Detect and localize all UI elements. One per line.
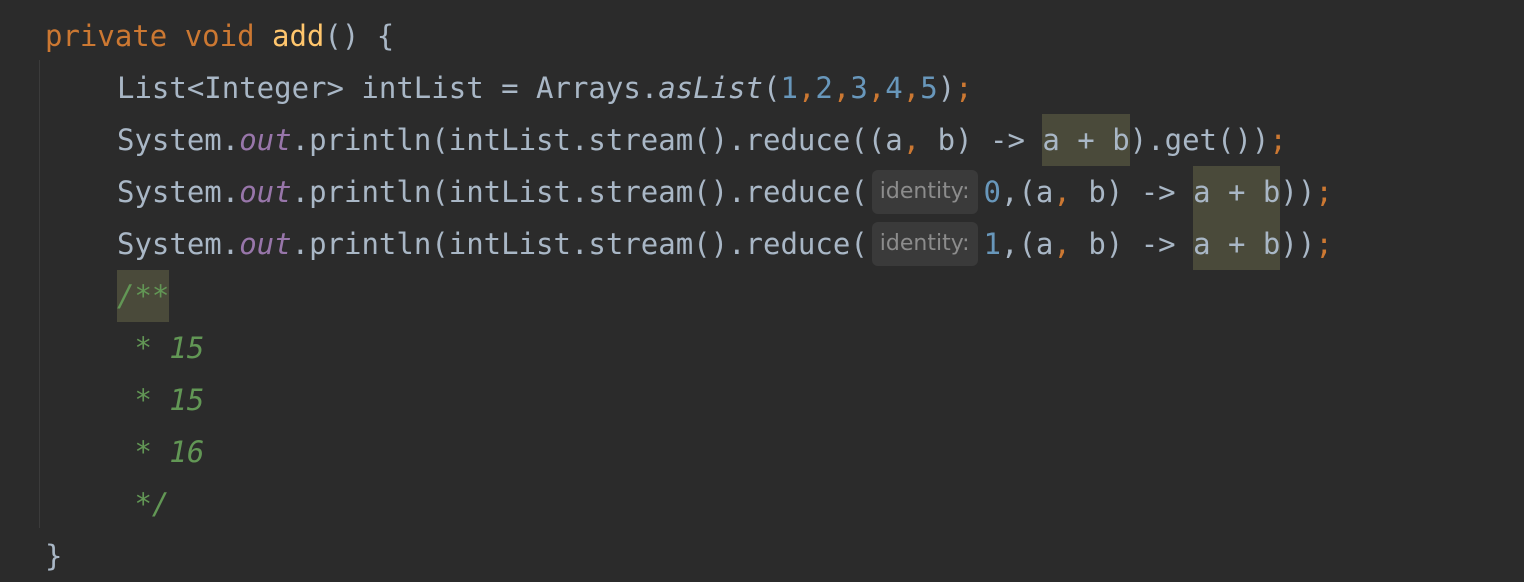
keyword-private: private — [45, 19, 168, 53]
call-tail: )) — [1280, 175, 1316, 209]
aslist-open-paren: ( — [763, 71, 781, 105]
keyword-void: void — [184, 19, 255, 53]
system-ref: System. — [117, 175, 240, 209]
aslist-arg-5: 5 — [920, 71, 938, 105]
aslist-arg-1: 1 — [780, 71, 798, 105]
comma: , — [1053, 227, 1071, 261]
method-name: add — [272, 19, 325, 53]
method-signature-rest: () { — [324, 19, 395, 53]
semicolon: ; — [955, 71, 973, 105]
semicolon: ; — [1315, 227, 1333, 261]
out-field: out — [239, 175, 292, 209]
aslist-arg-2: 2 — [815, 71, 833, 105]
system-ref: System. — [117, 123, 240, 157]
comment-line: * 15 — [117, 331, 205, 365]
code-line-1[interactable]: private void add() { — [0, 10, 394, 62]
call-tail: )) — [1280, 227, 1316, 261]
parameter-hint-identity: identity: — [871, 222, 978, 266]
comment-line: * 15 — [117, 383, 205, 417]
aslist-close-paren: ) — [937, 71, 956, 105]
code-line-10[interactable]: */ — [0, 478, 169, 530]
lambda-params: b) -> — [920, 123, 1043, 157]
lambda-params: b) -> — [1070, 227, 1194, 261]
javadoc-open: /** — [117, 270, 170, 322]
highlighted-expression: a + b — [1193, 218, 1281, 270]
code-line-5[interactable]: System.out.println(intList.stream().redu… — [0, 218, 1333, 270]
identity-value: 0 — [983, 175, 1002, 209]
code-line-3[interactable]: System.out.println(intList.stream().redu… — [0, 114, 1287, 166]
println-call: .println(intList.stream().reduce((a — [291, 123, 903, 157]
javadoc-close: */ — [117, 487, 170, 521]
comma: , — [902, 123, 921, 157]
aslist-arg-3: 3 — [850, 71, 868, 105]
aslist-arg-4: 4 — [885, 71, 903, 105]
code-line-8[interactable]: * 15 — [0, 374, 204, 426]
highlighted-expression: a + b — [1193, 166, 1281, 218]
code-line-7[interactable]: * 15 — [0, 322, 204, 374]
closing-brace: } — [45, 539, 63, 573]
list-declaration: List<Integer> intList = Arrays. — [117, 71, 659, 105]
lambda-open: ,(a — [1001, 175, 1054, 209]
identity-value: 1 — [983, 227, 1002, 261]
lambda-open: ,(a — [1001, 227, 1054, 261]
semicolon: ; — [1269, 123, 1287, 157]
code-line-11[interactable]: } — [0, 530, 62, 582]
code-line-2[interactable]: List<Integer> intList = Arrays.asList(1,… — [0, 62, 973, 114]
comment-line: * 16 — [117, 435, 205, 469]
println-call: .println(intList.stream().reduce( — [291, 175, 868, 209]
comma: , — [1053, 175, 1071, 209]
println-call: .println(intList.stream().reduce( — [291, 227, 868, 261]
out-field: out — [239, 123, 292, 157]
out-field: out — [239, 227, 292, 261]
system-ref: System. — [117, 227, 240, 261]
code-line-4[interactable]: System.out.println(intList.stream().redu… — [0, 166, 1333, 218]
parameter-hint-identity: identity: — [871, 170, 978, 214]
highlighted-expression: a + b — [1042, 114, 1130, 166]
call-tail: ).get()) — [1129, 123, 1270, 157]
code-line-6[interactable]: /** — [0, 270, 170, 322]
semicolon: ; — [1315, 175, 1333, 209]
aslist-call: asList — [658, 71, 764, 105]
code-line-9[interactable]: * 16 — [0, 426, 204, 478]
code-editor[interactable]: private void add() { List<Integer> intLi… — [0, 0, 1524, 573]
lambda-params: b) -> — [1070, 175, 1194, 209]
